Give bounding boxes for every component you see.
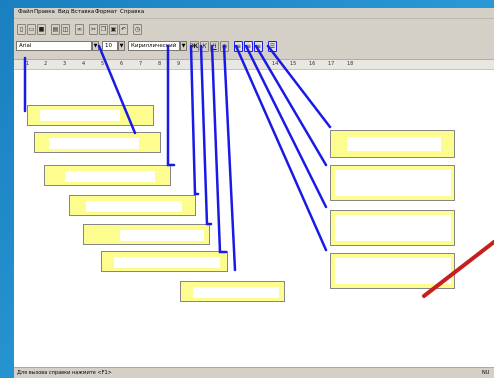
font-name-field[interactable]: Arial: [16, 41, 92, 51]
ruler-mark: 16: [309, 61, 316, 67]
color-button[interactable]: ◉: [220, 41, 229, 52]
printer-icon: ▤: [52, 26, 59, 33]
chevron-down-icon: ▼: [119, 43, 124, 49]
new-document-button[interactable]: ▯: [17, 24, 26, 35]
ruler-mark: 17: [328, 61, 335, 67]
ruler-mark: 6: [120, 61, 124, 67]
underline-button[interactable]: Ч: [210, 41, 219, 52]
callout-box-font: [27, 105, 154, 126]
callout-blank: [193, 287, 279, 298]
bold-icon: Ж: [190, 43, 199, 50]
callout-blank: [86, 201, 182, 212]
paste-button[interactable]: ▣: [109, 24, 118, 35]
chevron-down-icon: ▼: [181, 43, 186, 49]
save-button[interactable]: ■: [37, 24, 46, 35]
ruler-mark: 8: [158, 61, 162, 67]
standard-toolbar: ▯ ▭ ■ ▤ ◫ ∞ ✂ ❐ ▣ ↶ ◷: [14, 19, 494, 39]
font-name-dropdown[interactable]: ▼: [92, 41, 99, 51]
chevron-down-icon: ▼: [93, 43, 98, 49]
callout-box-bold: [69, 195, 196, 216]
undo-icon: ↶: [120, 26, 127, 33]
presentation-slide: Файл Правка Вид Вставка Формат Справка ▯…: [0, 0, 494, 378]
callout-blank: [335, 170, 451, 196]
status-hint: Для вызова справки нажмите <F1>: [17, 370, 112, 376]
callout-box-size: [34, 132, 161, 153]
menu-insert[interactable]: Вставка: [71, 9, 94, 15]
print-preview-button[interactable]: ◫: [61, 24, 70, 35]
ruler-mark: 3: [63, 61, 67, 67]
floppy-icon: ■: [38, 26, 45, 33]
palette-icon: ◉: [221, 43, 228, 50]
italic-button[interactable]: К: [200, 41, 209, 52]
folder-icon: ▭: [28, 26, 35, 33]
status-bar: Для вызова справки нажмите <F1> NU: [14, 367, 494, 378]
clipboard-icon: ▣: [110, 26, 117, 33]
callout-box-underline: [101, 251, 228, 272]
menu-view[interactable]: Вид: [58, 9, 69, 15]
preview-icon: ◫: [62, 26, 69, 33]
bullet-list-icon: ☰: [269, 43, 276, 50]
align-right-icon: ≡: [255, 43, 262, 50]
align-right-button[interactable]: ≡: [254, 41, 263, 52]
binoculars-icon: ∞: [77, 26, 82, 33]
insert-datetime-button[interactable]: ◷: [133, 24, 142, 35]
ruler-mark: 1: [26, 61, 30, 67]
document-icon: ▯: [19, 26, 24, 33]
align-left-icon: ≡: [235, 43, 242, 50]
find-button[interactable]: ∞: [75, 24, 84, 35]
open-button[interactable]: ▭: [27, 24, 36, 35]
undo-button[interactable]: ↶: [119, 24, 128, 35]
callout-box-charset: [44, 165, 171, 186]
ruler-mark: 15: [290, 61, 297, 67]
cut-button[interactable]: ✂: [89, 24, 98, 35]
ruler-mark: 14: [272, 61, 279, 67]
print-button[interactable]: ▤: [51, 24, 60, 35]
ruler[interactable]: 1 2 3 4 5 6 7 8 9 14 15 16 17 18: [14, 60, 494, 70]
callout-blank: [335, 215, 451, 241]
ruler-mark: 9: [177, 61, 181, 67]
callout-box-align-center: [330, 210, 455, 246]
callout-blank: [120, 230, 204, 241]
bold-button[interactable]: Ж: [190, 41, 199, 52]
status-mode: NU: [482, 370, 490, 376]
menu-file[interactable]: Файл: [18, 9, 33, 15]
calendar-icon: ◷: [134, 26, 141, 33]
ruler-mark: 7: [139, 61, 143, 67]
callout-blank: [347, 137, 441, 151]
menu-help[interactable]: Справка: [120, 9, 144, 15]
align-center-button[interactable]: ≡: [244, 41, 253, 52]
ruler-mark: 4: [82, 61, 86, 67]
menu-format[interactable]: Формат: [95, 9, 117, 15]
callout-box-italic: [83, 224, 210, 245]
charset-field[interactable]: Кириллический: [128, 41, 180, 51]
callout-blank: [40, 110, 120, 121]
menu-bar: Файл Правка Вид Вставка Формат Справка: [14, 8, 494, 19]
ruler-mark: 2: [44, 61, 48, 67]
underline-icon: Ч: [212, 43, 217, 50]
callout-box-bullets: [330, 130, 455, 158]
ruler-mark: 18: [347, 61, 354, 67]
scissors-icon: ✂: [90, 26, 97, 33]
callout-box-align-right: [330, 165, 455, 201]
callout-box-align-left: [330, 253, 455, 289]
callout-blank: [335, 258, 451, 284]
callout-blank: [65, 171, 155, 182]
charset-dropdown[interactable]: ▼: [180, 41, 187, 51]
callout-blank: [114, 257, 220, 268]
font-size-dropdown[interactable]: ▼: [118, 41, 125, 51]
wordpad-window: Файл Правка Вид Вставка Формат Справка ▯…: [14, 8, 494, 378]
ruler-mark: 5: [101, 61, 105, 67]
font-size-field[interactable]: 10: [102, 41, 118, 51]
copy-button[interactable]: ❐: [99, 24, 108, 35]
callout-box-color: [180, 281, 285, 302]
align-center-icon: ≡: [245, 43, 252, 50]
callout-blank: [49, 138, 139, 149]
bullets-button[interactable]: ☰: [268, 41, 277, 52]
italic-icon: К: [202, 43, 207, 50]
copy-icon: ❐: [100, 26, 107, 33]
align-left-button[interactable]: ≡: [234, 41, 243, 52]
menu-edit[interactable]: Правка: [34, 9, 55, 15]
